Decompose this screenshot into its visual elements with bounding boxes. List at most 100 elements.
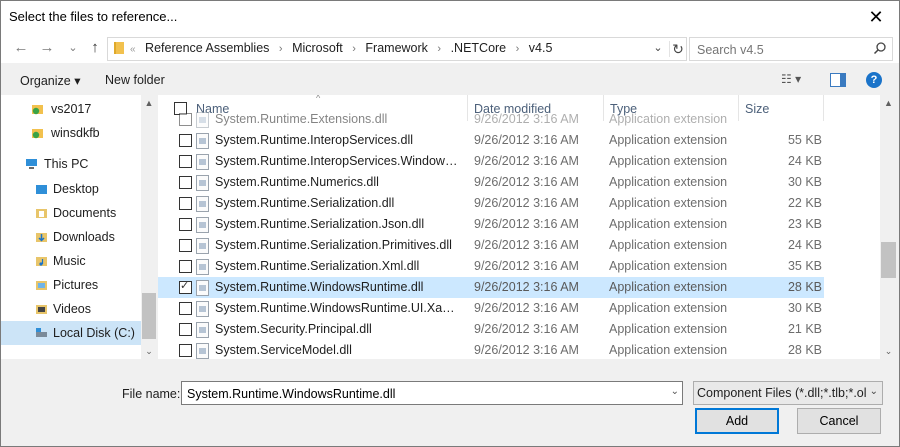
crumb-separator[interactable]: › — [516, 43, 520, 55]
row-checkbox[interactable] — [179, 155, 192, 168]
file-row[interactable]: System.ServiceModel.dll 9/26/2012 3:16 AM… — [158, 340, 824, 359]
crumb-separator[interactable]: › — [437, 43, 441, 55]
add-button[interactable]: Add — [695, 408, 779, 434]
sidebar-item-pictures[interactable]: Pictures — [1, 273, 141, 297]
breadcrumb: « Reference Assemblies › Microsoft › Fra… — [130, 41, 552, 55]
row-checkbox[interactable] — [179, 260, 192, 273]
file-row[interactable]: System.Runtime.Extensions.dll 9/26/2012 3… — [158, 109, 824, 130]
sidebar-item-local-disk[interactable]: Local Disk (C:) — [1, 321, 141, 345]
file-name: System.Runtime.Numerics.dll — [215, 175, 379, 189]
dll-file-icon — [196, 280, 209, 296]
file-type: Application extension — [609, 133, 728, 147]
sidebar-scrollbar[interactable]: ▲ ⌄ — [141, 95, 157, 359]
crumb-reference-assemblies[interactable]: Reference Assemblies — [145, 41, 269, 55]
row-checkbox[interactable] — [179, 218, 192, 231]
close-button[interactable]: ✕ — [853, 1, 899, 33]
dll-file-icon — [196, 133, 209, 149]
sidebar-item-downloads[interactable]: Downloads — [1, 225, 141, 249]
file-type-select[interactable]: Component Files (*.dll;*.tlb;*.olb ⌄ — [693, 381, 883, 405]
file-row[interactable]: System.Runtime.Serialization.Primitives.… — [158, 235, 824, 256]
new-folder-button[interactable]: New folder — [105, 73, 165, 87]
crumb-v45[interactable]: v4.5 — [529, 41, 553, 55]
file-row[interactable]: System.Runtime.Serialization.dll 9/26/201… — [158, 193, 824, 214]
title-bar: Select the files to reference... ✕ — [1, 1, 899, 33]
back-button[interactable]: ← — [10, 39, 32, 57]
row-checkbox[interactable] — [179, 197, 192, 210]
file-type: Application extension — [609, 196, 728, 210]
file-name: System.Runtime.Serialization.Xml.dll — [215, 259, 420, 273]
row-checkbox[interactable] — [179, 239, 192, 252]
crumb-microsoft[interactable]: Microsoft — [292, 41, 343, 55]
file-type: Application extension — [609, 238, 728, 252]
scroll-up-icon[interactable]: ▲ — [880, 95, 897, 111]
preview-pane-icon[interactable] — [830, 73, 846, 87]
file-name-combobox: ⌄ — [181, 381, 683, 405]
view-menu-button[interactable]: ☷ ▾ — [781, 72, 811, 88]
row-checkbox[interactable] — [179, 323, 192, 336]
file-list-scrollbar[interactable]: ▲ ⌄ — [880, 95, 897, 359]
file-row[interactable]: System.Runtime.Serialization.Json.dll 9/2… — [158, 214, 824, 235]
crumb-separator[interactable]: › — [352, 43, 356, 55]
pictures-folder-icon — [36, 281, 47, 290]
overflow-chevron[interactable]: « — [130, 44, 136, 55]
file-row[interactable]: System.Runtime.InteropServices.dll 9/26/2… — [158, 130, 824, 151]
sidebar-item-desktop[interactable]: Desktop — [1, 177, 141, 201]
dll-file-icon — [196, 112, 209, 128]
file-row[interactable]: System.Runtime.WindowsRuntime.dll 9/26/20… — [158, 277, 824, 298]
help-icon[interactable]: ? — [866, 72, 882, 88]
sidebar-item-this-pc[interactable]: This PC — [1, 152, 141, 176]
file-row[interactable]: System.Security.Principal.dll 9/26/2012 3… — [158, 319, 824, 340]
cancel-button[interactable]: Cancel — [797, 408, 881, 434]
row-checkbox[interactable] — [179, 344, 192, 357]
row-checkbox[interactable] — [179, 279, 192, 294]
file-type: Application extension — [609, 343, 728, 357]
file-date-modified: 9/26/2012 3:16 AM — [474, 238, 579, 252]
sidebar-item-winsdkfb[interactable]: winsdkfb — [1, 121, 141, 145]
chevron-down-icon: ⌄ — [869, 386, 878, 397]
file-date-modified: 9/26/2012 3:16 AM — [474, 301, 579, 315]
scroll-down-icon[interactable]: ⌄ — [880, 343, 897, 359]
dll-file-icon — [196, 343, 209, 359]
row-checkbox[interactable] — [179, 176, 192, 189]
documents-folder-icon — [36, 209, 47, 218]
address-dropdown-button[interactable]: ⌄ — [651, 41, 665, 57]
file-row[interactable]: System.Runtime.WindowsRuntime.UI.Xaml.dl… — [158, 298, 824, 319]
search-input[interactable] — [695, 41, 869, 59]
row-checkbox[interactable] — [179, 302, 192, 315]
search-icon[interactable] — [873, 41, 887, 55]
file-name: System.Runtime.InteropServices.WindowsRu… — [215, 154, 461, 168]
file-name: System.Runtime.Serialization.Primitives.… — [215, 238, 452, 252]
refresh-button[interactable]: ↻ — [669, 41, 686, 57]
sidebar-item-music[interactable]: Music — [1, 249, 141, 273]
file-size: 21 KB — [787, 322, 822, 336]
file-row[interactable]: System.Runtime.Numerics.dll 9/26/2012 3:1… — [158, 172, 824, 193]
file-row[interactable]: System.Runtime.InteropServices.WindowsRu… — [158, 151, 824, 172]
file-row[interactable]: System.Runtime.Serialization.Xml.dll 9/26… — [158, 256, 824, 277]
crumb-separator[interactable]: › — [279, 43, 283, 55]
sidebar-item-documents[interactable]: Documents — [1, 201, 141, 225]
downloads-folder-icon — [36, 233, 47, 242]
folder-shield-icon — [32, 129, 43, 139]
file-date-modified: 9/26/2012 3:16 AM — [474, 175, 579, 189]
sidebar-item-vs2017[interactable]: vs2017 — [1, 97, 141, 121]
file-name-dropdown-icon[interactable]: ⌄ — [671, 386, 679, 397]
file-scroll-thumb[interactable] — [881, 242, 896, 278]
crumb-netcore[interactable]: .NETCore — [451, 41, 507, 55]
scroll-down-icon[interactable]: ⌄ — [141, 343, 157, 359]
forward-button[interactable]: → — [36, 39, 58, 57]
recent-locations-button[interactable]: ⌄ — [62, 39, 84, 57]
organize-menu[interactable]: Organize ▾ — [20, 73, 80, 88]
row-checkbox[interactable] — [179, 113, 192, 126]
sidebar-scroll-thumb[interactable] — [142, 293, 156, 339]
search-box — [689, 37, 893, 61]
file-name-input[interactable] — [185, 385, 669, 403]
desktop-folder-icon — [36, 185, 47, 194]
dialog-footer: File name: ⌄ Component Files (*.dll;*.tl… — [1, 359, 899, 446]
row-checkbox[interactable] — [179, 134, 192, 147]
up-button[interactable]: ↑ — [84, 39, 106, 57]
crumb-framework[interactable]: Framework — [365, 41, 428, 55]
scroll-up-icon[interactable]: ▲ — [141, 95, 157, 111]
dll-file-icon — [196, 301, 209, 317]
sidebar-item-videos[interactable]: Videos — [1, 297, 141, 321]
address-bar[interactable]: « Reference Assemblies › Microsoft › Fra… — [107, 37, 687, 61]
